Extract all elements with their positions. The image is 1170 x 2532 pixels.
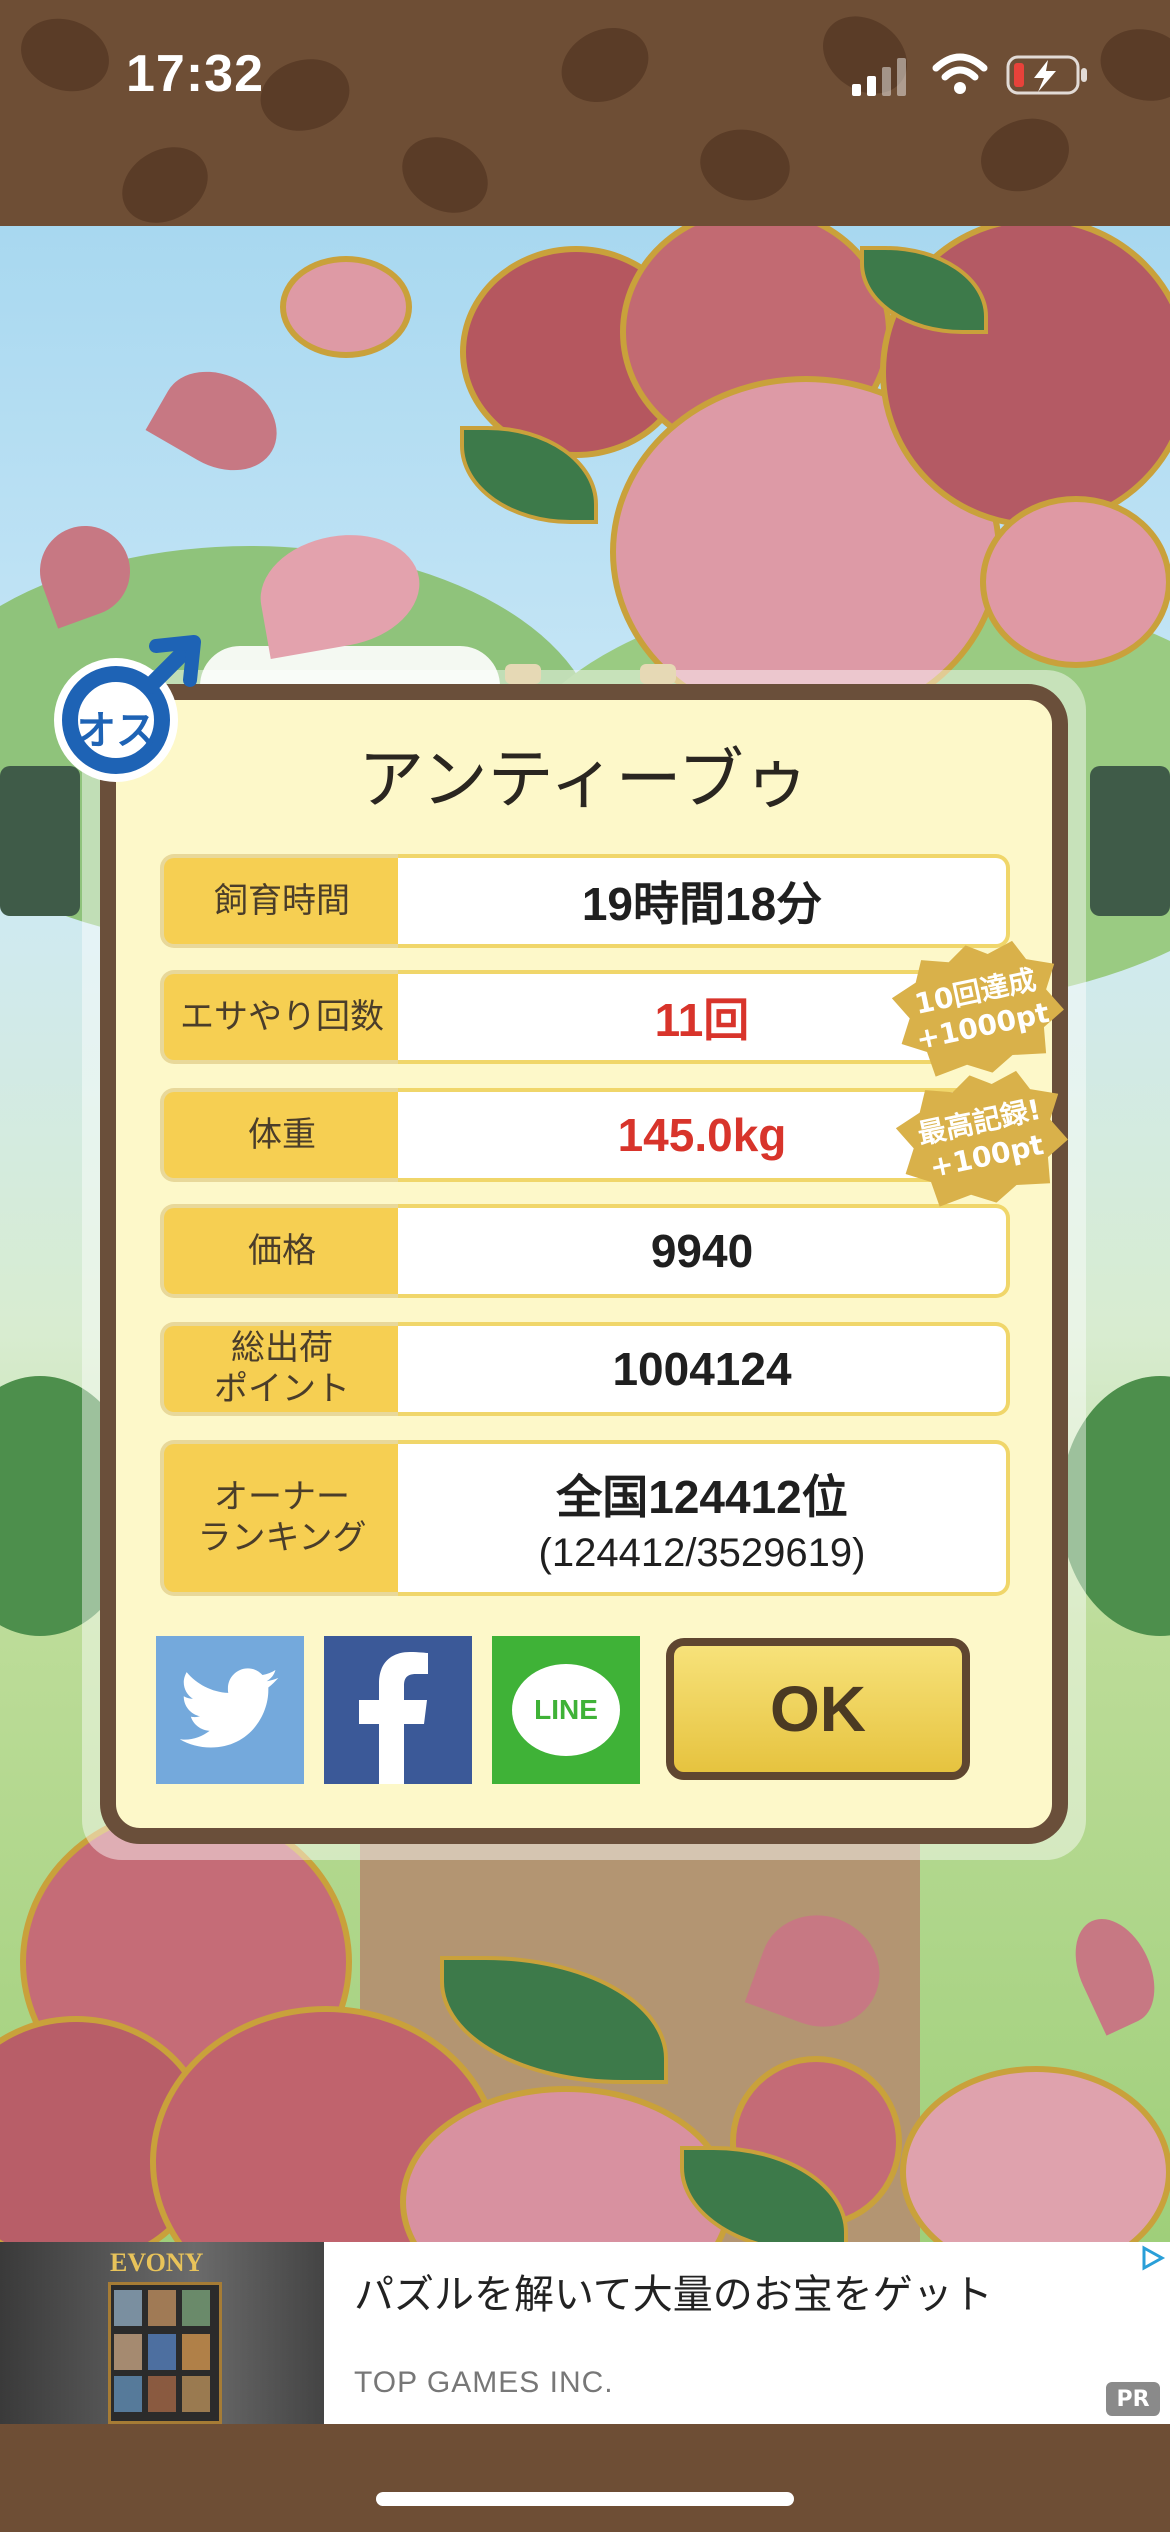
owner-ranking-label: オーナー ランキング [160,1440,400,1596]
ad-image[interactable]: EVONY [0,2242,324,2424]
frame-ornament [505,664,541,684]
status-bar: 17:32 [0,0,1170,226]
line-share-button[interactable]: LINE [492,1636,640,1784]
pet-name-title: アンティーブゥ [358,741,810,818]
line-label: LINE [534,1694,598,1725]
wifi-icon [932,53,988,94]
home-indicator[interactable] [376,2492,794,2506]
line-icon: LINE [512,1664,620,1756]
price-label: 価格 [160,1204,400,1298]
price-value: 9940 [398,1204,1010,1298]
total-shipment-points-value: 1004124 [398,1322,1010,1416]
breeding-time-value: 19時間18分 [398,854,1010,948]
battery-charging-icon [1006,55,1087,95]
ad-brand-logo: EVONY [110,2248,204,2277]
twitter-icon [180,1668,279,1748]
status-time: 17:32 [126,45,264,103]
national-rank: 全国124412位 [556,1470,848,1523]
ad-choices-icon[interactable] [1138,2244,1166,2272]
twitter-share-button[interactable] [156,1636,304,1784]
feeding-count-label: エサやり回数 [160,970,400,1064]
weight-label: 体重 [160,1088,400,1182]
ad-headline[interactable]: パズルを解いて大量のお宝をゲット [354,2262,993,2320]
rank-fraction: (124412/3529619) [538,1530,866,1575]
ad-advertiser: TOP GAMES INC. [354,2366,614,2399]
frame-ornament [640,664,676,684]
total-shipment-points-label: 総出荷 ポイント [160,1322,400,1416]
bottom-background [0,2424,1170,2532]
facebook-share-button[interactable] [324,1636,472,1784]
cellular-signal-icon [852,58,906,96]
facebook-icon [359,1652,428,1784]
breeding-time-label: 飼育時間 [160,854,400,948]
ok-button[interactable]: OK [666,1638,970,1780]
pr-badge: PR [1106,2382,1160,2416]
owner-ranking-value: 全国124412位 (124412/3529619) [398,1440,1010,1596]
